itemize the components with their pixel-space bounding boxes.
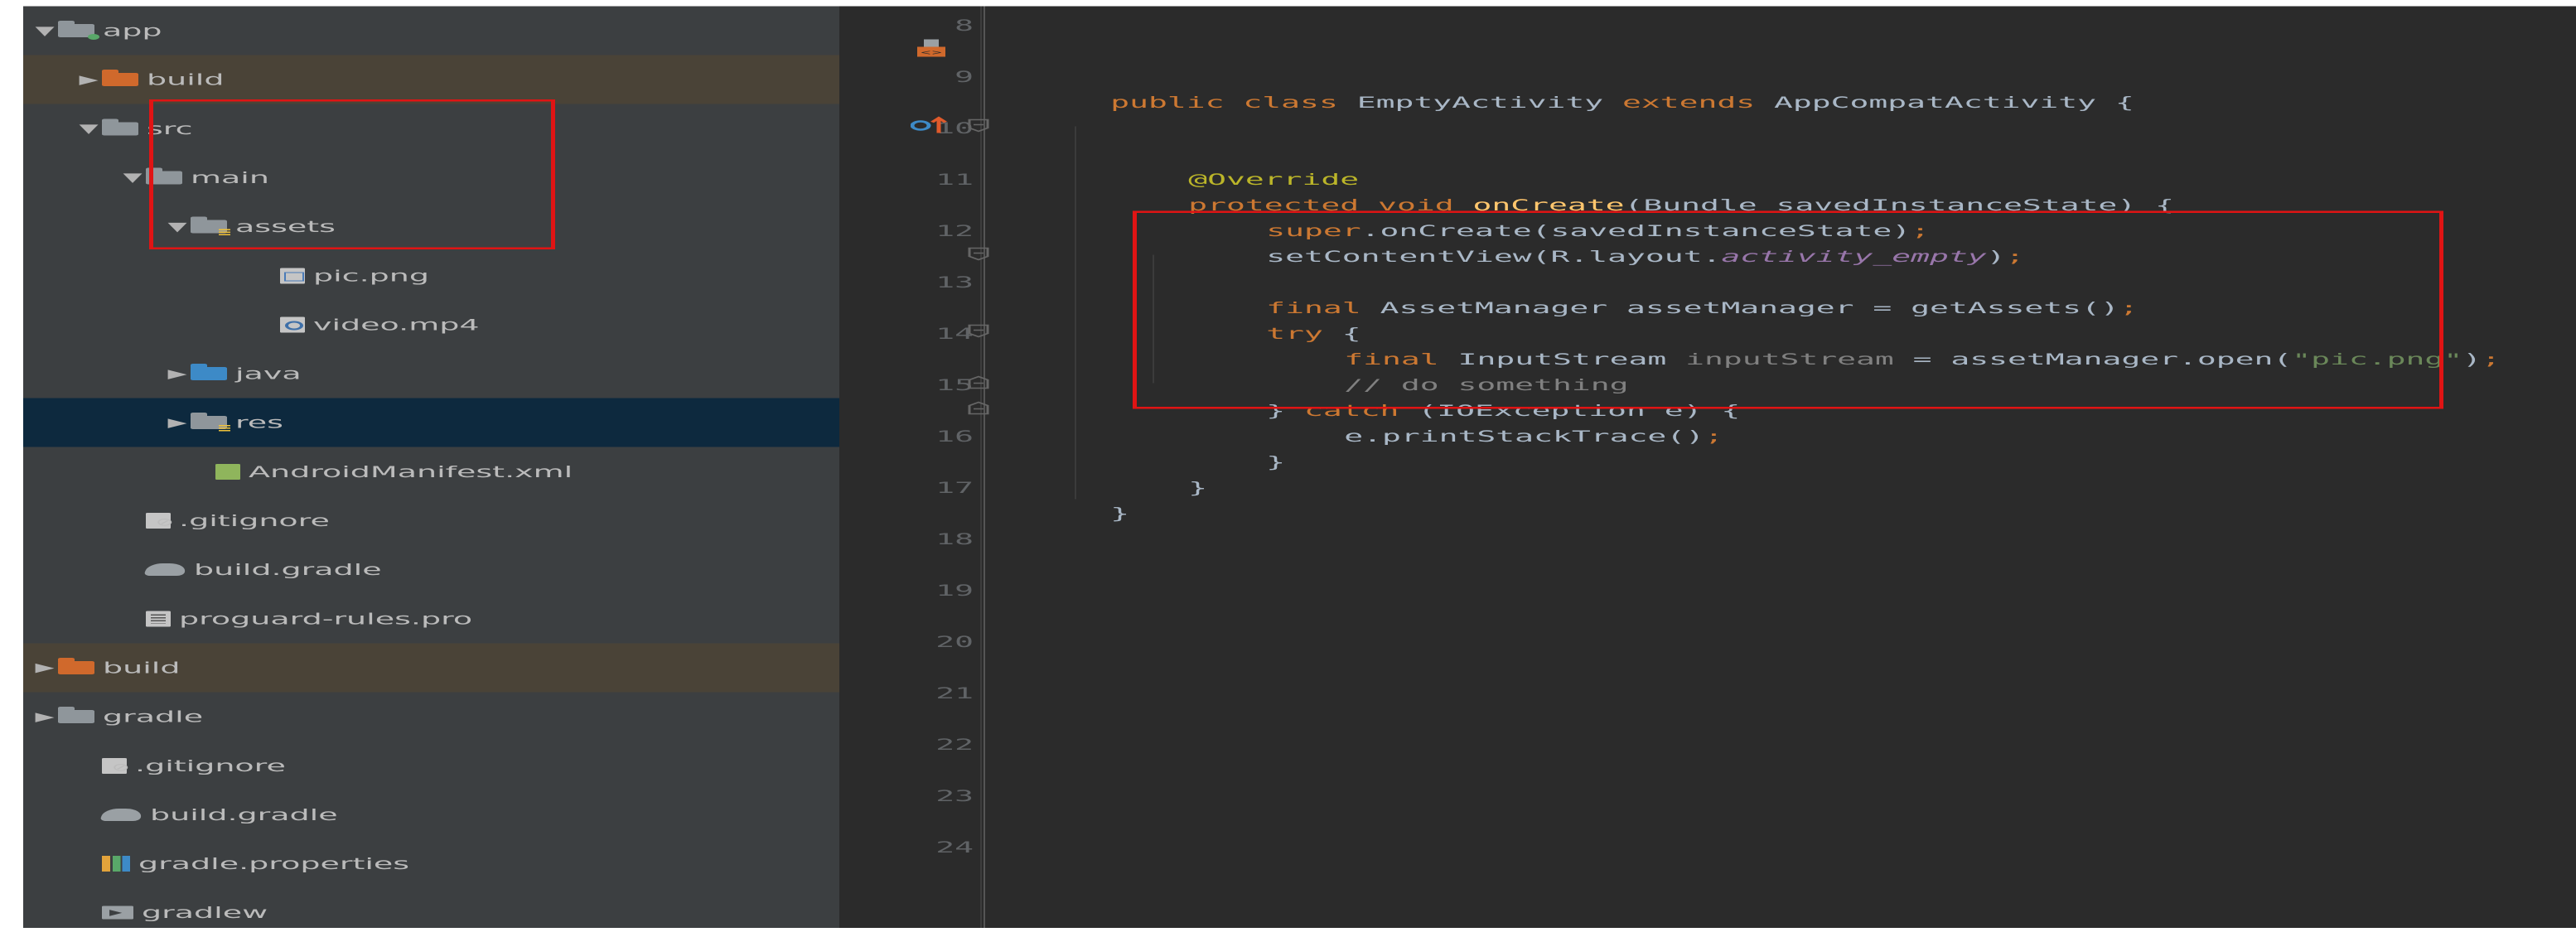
semicolon-token: ; (2482, 350, 2501, 369)
assets-highlight-box (149, 99, 555, 249)
code-token: e.printStackTrace() (1344, 427, 1704, 446)
fold-end-marker-icon[interactable] (968, 375, 989, 392)
line-number: 16 (935, 427, 974, 446)
collapse-arrow-icon[interactable]: ▶ (75, 72, 102, 87)
code-token: ) (2462, 350, 2482, 369)
tree-item-gradle[interactable]: ▶ gradle (23, 693, 848, 741)
tree-item-label: app (103, 22, 162, 40)
tree-item-proguard-rules-pro[interactable]: proguard-rules.pro (23, 594, 935, 643)
tree-item-build-gradle[interactable]: build.gradle (23, 790, 892, 839)
image-file-icon (280, 268, 305, 284)
tree-item-label: AndroidManifest.xml (249, 462, 573, 481)
code-editor[interactable]: 8 9 10 11 12 13 14 15 16 17 18 19 20 21 22 23 24 <> (839, 6, 2576, 929)
tree-item-label: res (235, 413, 283, 432)
tree-item-label: build.gradle (194, 560, 382, 579)
terminal-file-icon (102, 906, 133, 920)
line-number: 21 (935, 683, 974, 703)
tree-item-label: gradlew (142, 903, 268, 922)
line-number: 22 (935, 735, 974, 754)
video-file-icon (280, 316, 305, 333)
tree-item-label: proguard-rules.pro (179, 609, 473, 628)
tree-item-app[interactable]: ▼ app (23, 7, 848, 56)
code-token: } (1110, 504, 1130, 523)
keyword-token: extends (1622, 93, 1775, 112)
tree-item-res[interactable]: ▶ res (23, 398, 980, 447)
expand-arrow-icon[interactable]: ▼ (75, 122, 102, 137)
tree-item-label: .gitignore (179, 511, 330, 530)
svg-text:<>: <> (921, 48, 943, 56)
android-activity-icon[interactable]: <> (916, 39, 947, 58)
tree-item-gradlew[interactable]: gradlew (23, 888, 892, 937)
line-number: 13 (935, 273, 974, 292)
resource-folder-icon (191, 413, 230, 432)
tree-item-label: pic.png (313, 266, 429, 285)
module-folder-icon (58, 21, 99, 40)
tree-item-build[interactable]: ▶ build (23, 55, 892, 104)
code-highlight-box (1133, 210, 2443, 409)
tree-item-label: gradle (103, 708, 204, 727)
tree-item-build-gradle[interactable]: build.gradle (23, 545, 935, 594)
gutter-border (984, 6, 985, 928)
line-number-gutter: 8 9 10 11 12 13 14 15 16 17 18 19 20 21 22 23 24 (839, 7, 988, 929)
collapse-arrow-icon[interactable]: ▶ (31, 709, 58, 724)
line-number: 17 (935, 478, 974, 497)
line-number: 20 (935, 632, 974, 651)
tree-item-label: gradle.properties (138, 854, 410, 873)
text-file-icon (146, 611, 171, 627)
fold-marker-icon[interactable] (968, 247, 989, 263)
line-number: 11 (935, 170, 974, 189)
expand-arrow-icon[interactable]: ▼ (119, 171, 146, 186)
line-number: 14 (935, 324, 974, 343)
collapse-arrow-icon[interactable]: ▶ (164, 366, 191, 381)
code-token: AppCompatActivity { (1774, 93, 2134, 112)
line-number: 19 (935, 581, 974, 600)
fold-marker-icon[interactable] (968, 118, 989, 135)
build-folder-icon (58, 657, 94, 674)
gitignore-file-icon (102, 757, 130, 774)
line-number: 8 (955, 16, 974, 35)
code-token: } (1266, 452, 1286, 471)
tree-item-gitignore[interactable]: .gitignore (23, 741, 892, 790)
fold-end-marker-icon[interactable] (968, 401, 989, 418)
build-folder-icon (102, 70, 138, 87)
collapse-arrow-icon[interactable]: ▶ (31, 660, 58, 675)
tree-item-label: build (103, 658, 181, 677)
line-number: 18 (935, 529, 974, 548)
tree-item-gitignore[interactable]: .gitignore (23, 496, 935, 545)
source-folder-icon (191, 364, 227, 381)
tree-item-label: .gitignore (135, 756, 286, 775)
gitignore-file-icon (146, 513, 174, 529)
expand-arrow-icon[interactable]: ▼ (31, 23, 58, 38)
tree-item-java[interactable]: ▶ java (23, 350, 980, 398)
gradle-icon (143, 563, 188, 577)
override-method-icon[interactable] (910, 116, 952, 135)
collapse-arrow-icon[interactable]: ▶ (164, 415, 191, 430)
folder-icon (102, 118, 138, 136)
line-number: 23 (935, 786, 974, 805)
line-number: 12 (935, 221, 974, 240)
line-number: 24 (935, 838, 974, 857)
gradle-icon (99, 808, 144, 821)
tree-item-label: java (235, 365, 302, 384)
fold-marker-icon[interactable] (968, 324, 989, 341)
tree-item-build[interactable]: ▶ build (23, 643, 848, 693)
gutter-separator (980, 6, 982, 928)
tree-item-label: build (147, 70, 225, 89)
tree-item-label: video.mp4 (313, 315, 480, 334)
manifest-file-icon (215, 463, 240, 480)
tree-item-label: build.gradle (150, 805, 338, 824)
class-name-token: EmptyActivity (1356, 93, 1622, 112)
line-number: 10 (935, 118, 974, 138)
line-number: 15 (935, 375, 974, 394)
code-token: } (1188, 478, 1208, 497)
code-line-9[interactable]: public class EmptyActivity extends AppCo… (997, 26, 2134, 112)
line-number: 9 (955, 67, 974, 86)
tree-item-gradle-properties[interactable]: gradle.properties (23, 839, 892, 888)
code-line-24[interactable]: } (997, 437, 1129, 523)
folder-icon (58, 707, 94, 724)
semicolon-token: ; (1704, 427, 1723, 446)
properties-file-icon (102, 856, 130, 872)
